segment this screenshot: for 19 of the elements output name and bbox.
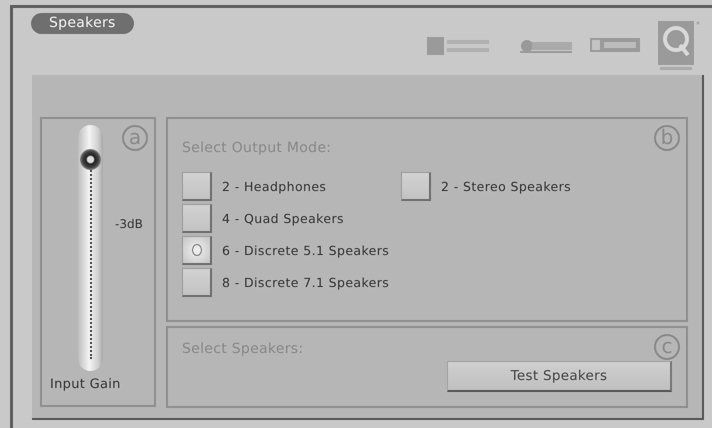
speakers-tab[interactable]: Speakers [31,13,134,34]
output-mode-radio[interactable] [401,172,431,201]
output-mode-label: 2 - Headphones [222,179,326,194]
wdm-logo-icon [590,37,640,55]
output-mode-radio[interactable] [182,204,212,233]
asio-logo-icon [520,39,572,53]
output-mode-label: 4 - Quad Speakers [222,211,344,226]
slider-thumb[interactable] [80,149,101,170]
test-speakers-button[interactable]: Test Speakers [447,361,672,392]
q-logo-icon [658,21,700,71]
output-mode-radio[interactable] [182,172,212,201]
output-mode-radio[interactable] [182,268,212,297]
output-mode-label: 6 - Discrete 5.1 Speakers [222,243,390,258]
gain-reading: -3dB [115,217,143,231]
output-mode-label: 8 - Discrete 7.1 Speakers [222,275,390,290]
output-mode-radio[interactable] [182,236,212,265]
input-gain-label: Input Gain [50,377,121,392]
gain-slider[interactable] [78,125,103,371]
output-mode-label: 2 - Stereo Speakers [441,179,572,194]
